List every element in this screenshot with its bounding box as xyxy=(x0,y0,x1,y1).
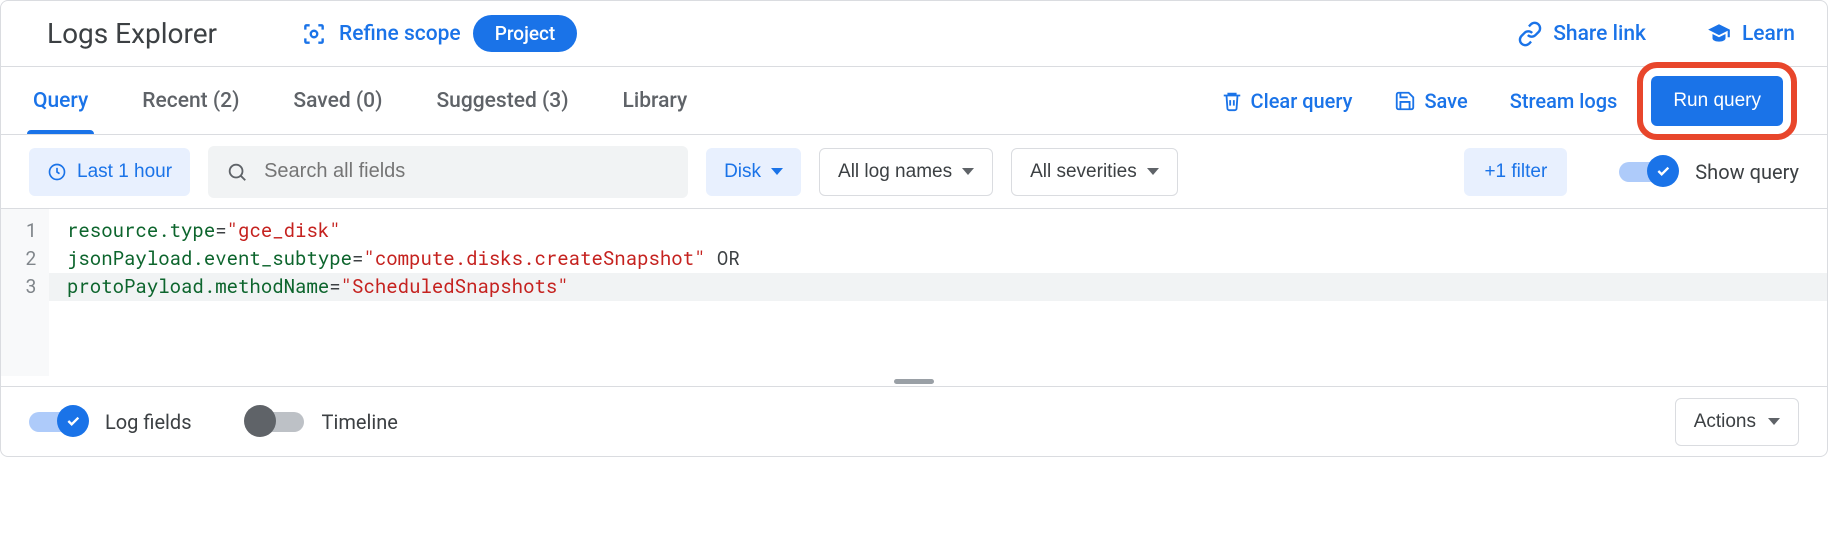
time-range-label: Last 1 hour xyxy=(77,161,172,183)
clock-icon xyxy=(47,162,67,182)
stream-logs-label: Stream logs xyxy=(1510,89,1618,113)
log-fields-toggle[interactable] xyxy=(29,412,87,432)
log-names-label: All log names xyxy=(838,161,952,183)
toggle-knob xyxy=(1647,155,1679,187)
share-link-button[interactable]: Share link xyxy=(1517,21,1646,47)
caret-down-icon xyxy=(962,168,974,175)
caret-down-icon xyxy=(1768,418,1780,425)
resource-filter-label: Disk xyxy=(724,161,761,183)
log-fields-toggle-wrap: Log fields xyxy=(29,410,192,434)
filter-row: Last 1 hour Disk All log names All sever… xyxy=(1,134,1827,208)
query-editor[interactable]: 1 2 3 resource.type="gce_disk" jsonPaylo… xyxy=(1,208,1827,376)
show-query-label: Show query xyxy=(1695,160,1799,184)
editor-code[interactable]: resource.type="gce_disk" jsonPayload.eve… xyxy=(49,209,1827,376)
code-line: jsonPayload.event_subtype="compute.disks… xyxy=(67,245,1809,273)
refine-scope-button[interactable]: Refine scope Project xyxy=(301,15,577,52)
actions-label: Actions xyxy=(1694,411,1756,433)
timeline-label: Timeline xyxy=(322,410,398,434)
line-number: 1 xyxy=(17,217,37,245)
save-button[interactable]: Save xyxy=(1394,89,1467,113)
clear-query-button[interactable]: Clear query xyxy=(1221,89,1353,113)
add-filter-button[interactable]: +1 filter xyxy=(1464,148,1567,196)
log-fields-label: Log fields xyxy=(105,410,192,434)
search-box[interactable] xyxy=(208,146,688,198)
tab-saved[interactable]: Saved (0) xyxy=(291,67,384,134)
line-number: 2 xyxy=(17,245,37,273)
tab-query[interactable]: Query xyxy=(31,67,90,134)
save-label: Save xyxy=(1424,89,1467,113)
header-bar: Logs Explorer Refine scope Project Share… xyxy=(1,1,1827,66)
actions-dropdown[interactable]: Actions xyxy=(1675,398,1799,446)
tab-recent[interactable]: Recent (2) xyxy=(140,67,241,134)
code-line: protoPayload.methodName="ScheduledSnapsh… xyxy=(49,273,1827,301)
code-line: resource.type="gce_disk" xyxy=(67,217,1809,245)
trash-icon xyxy=(1221,90,1243,112)
learn-icon xyxy=(1706,21,1732,47)
caret-down-icon xyxy=(771,168,783,175)
search-icon xyxy=(226,161,248,183)
learn-label: Learn xyxy=(1742,22,1795,46)
line-number: 3 xyxy=(17,273,37,301)
scope-target-icon xyxy=(301,21,327,47)
learn-button[interactable]: Learn xyxy=(1706,21,1795,47)
stream-logs-button[interactable]: Stream logs xyxy=(1510,89,1618,113)
tab-suggested[interactable]: Suggested (3) xyxy=(434,67,570,134)
run-query-button[interactable]: Run query xyxy=(1651,76,1783,126)
share-link-label: Share link xyxy=(1553,22,1646,46)
severities-dropdown[interactable]: All severities xyxy=(1011,148,1178,196)
time-range-button[interactable]: Last 1 hour xyxy=(29,148,190,196)
log-names-dropdown[interactable]: All log names xyxy=(819,148,993,196)
editor-gutter: 1 2 3 xyxy=(1,209,49,376)
refine-scope-label: Refine scope xyxy=(339,22,461,46)
page-title: Logs Explorer xyxy=(47,17,217,50)
toggle-knob xyxy=(244,405,276,437)
clear-query-label: Clear query xyxy=(1251,89,1353,113)
run-query-highlight: Run query xyxy=(1637,62,1797,140)
severities-label: All severities xyxy=(1030,161,1137,183)
timeline-toggle[interactable] xyxy=(246,412,304,432)
search-input[interactable] xyxy=(264,160,670,183)
save-icon xyxy=(1394,90,1416,112)
bottom-row: Log fields Timeline Actions xyxy=(1,386,1827,456)
tab-library[interactable]: Library xyxy=(621,67,690,134)
show-query-toggle-wrap: Show query xyxy=(1619,160,1799,184)
resource-filter-dropdown[interactable]: Disk xyxy=(706,148,801,196)
tabs-row: Query Recent (2) Saved (0) Suggested (3)… xyxy=(1,66,1827,134)
toggle-knob xyxy=(57,405,89,437)
caret-down-icon xyxy=(1147,168,1159,175)
timeline-toggle-wrap: Timeline xyxy=(246,410,398,434)
editor-resize-handle[interactable] xyxy=(1,376,1827,386)
show-query-toggle[interactable] xyxy=(1619,162,1677,182)
link-icon xyxy=(1517,21,1543,47)
scope-chip: Project xyxy=(473,15,578,52)
